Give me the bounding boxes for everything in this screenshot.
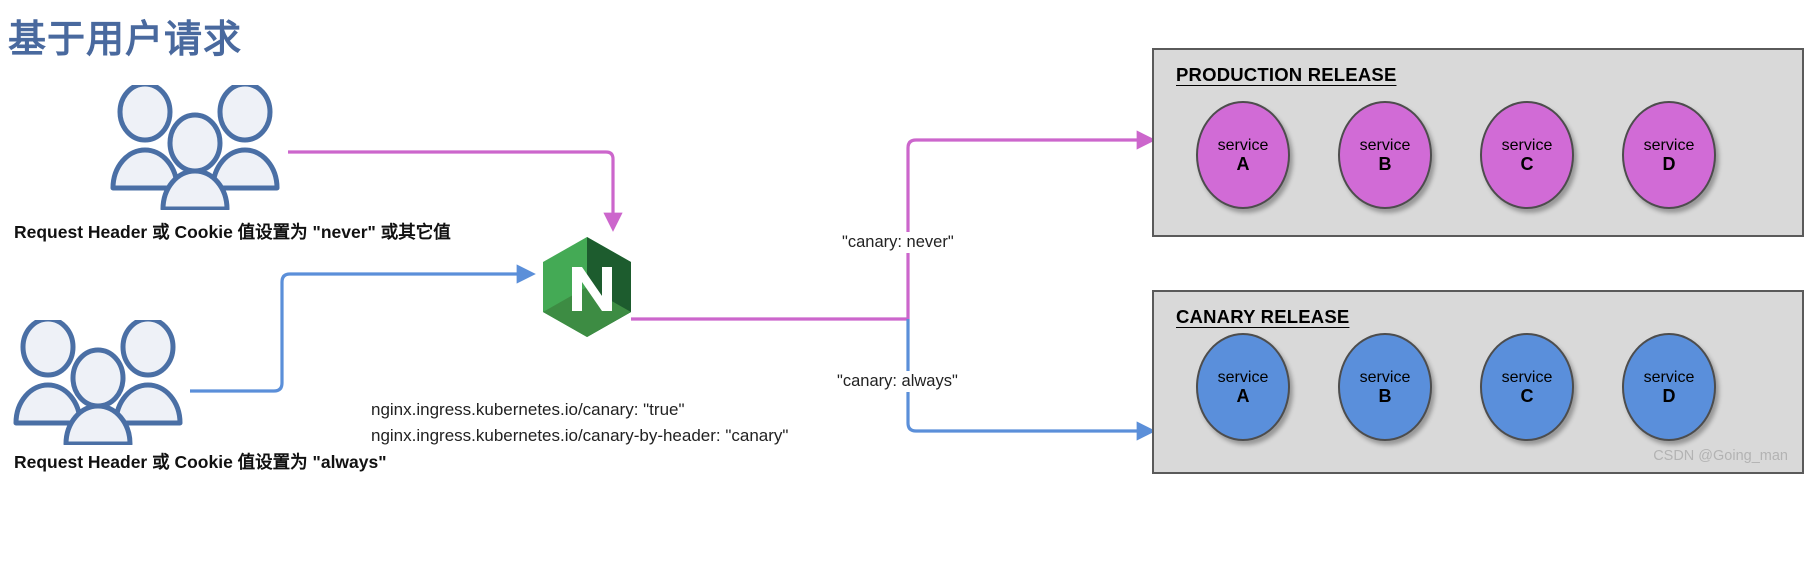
ingress-annotations: nginx.ingress.kubernetes.io/canary: "tru…	[371, 397, 788, 449]
service-node-canary-a[interactable]: service A	[1196, 333, 1290, 441]
service-label: service	[1359, 369, 1411, 386]
service-letter: B	[1378, 386, 1392, 406]
service-label: service	[1643, 137, 1695, 154]
canary-service-chain: service A service B service C service D	[1154, 292, 1802, 472]
users-group-icon	[13, 316, 183, 447]
service-node-prod-c[interactable]: service C	[1480, 101, 1574, 209]
service-node-canary-c[interactable]: service C	[1480, 333, 1574, 441]
service-letter: C	[1520, 386, 1534, 406]
service-node-prod-a[interactable]: service A	[1196, 101, 1290, 209]
service-label: service	[1217, 137, 1269, 154]
users-group-icon	[110, 81, 280, 212]
service-label: service	[1359, 137, 1411, 154]
nginx-logo-icon	[543, 237, 631, 337]
edge-users-bottom-to-nginx	[190, 264, 536, 393]
service-letter: A	[1236, 154, 1250, 174]
service-node-prod-b[interactable]: service B	[1338, 101, 1432, 209]
service-label: service	[1217, 369, 1269, 386]
service-node-prod-d[interactable]: service D	[1622, 101, 1716, 209]
annotation-line-2: nginx.ingress.kubernetes.io/canary-by-he…	[371, 426, 789, 445]
edge-users-top-to-nginx	[288, 150, 623, 232]
service-label: service	[1501, 369, 1553, 386]
page-title: 基于用户请求	[8, 19, 243, 61]
nginx-gateway[interactable]	[543, 237, 631, 337]
annotation-line-1: nginx.ingress.kubernetes.io/canary: "tru…	[371, 400, 685, 419]
users-top-caption: Request Header 或 Cookie 值设置为 "never" 或其它…	[14, 222, 451, 242]
canary-release-box: CANARY RELEASE service A service B servi…	[1152, 290, 1804, 474]
service-letter: C	[1520, 154, 1534, 174]
service-label: service	[1643, 369, 1695, 386]
users-bottom-caption: Request Header 或 Cookie 值设置为 "always"	[14, 452, 387, 472]
service-letter: A	[1236, 386, 1250, 406]
watermark: CSDN @Going_man	[1653, 448, 1788, 464]
service-letter: B	[1378, 154, 1392, 174]
diagram-canvas: 基于用户请求 Request Header 或 Cookie 值设置为 "nev…	[0, 0, 1820, 564]
service-label: service	[1501, 137, 1553, 154]
users-group-bottom	[8, 316, 193, 450]
production-service-chain: service A service B service C service D	[1154, 50, 1802, 235]
service-letter: D	[1662, 154, 1676, 174]
edge-label-canary: "canary: always"	[833, 371, 962, 392]
edge-to-production-release	[906, 130, 1156, 319]
edge-label-production: "canary: never"	[838, 232, 958, 253]
users-group-top	[105, 81, 290, 215]
production-release-box: PRODUCTION RELEASE service A service B s…	[1152, 48, 1804, 237]
service-letter: D	[1662, 386, 1676, 406]
service-node-canary-b[interactable]: service B	[1338, 333, 1432, 441]
service-node-canary-d[interactable]: service D	[1622, 333, 1716, 441]
